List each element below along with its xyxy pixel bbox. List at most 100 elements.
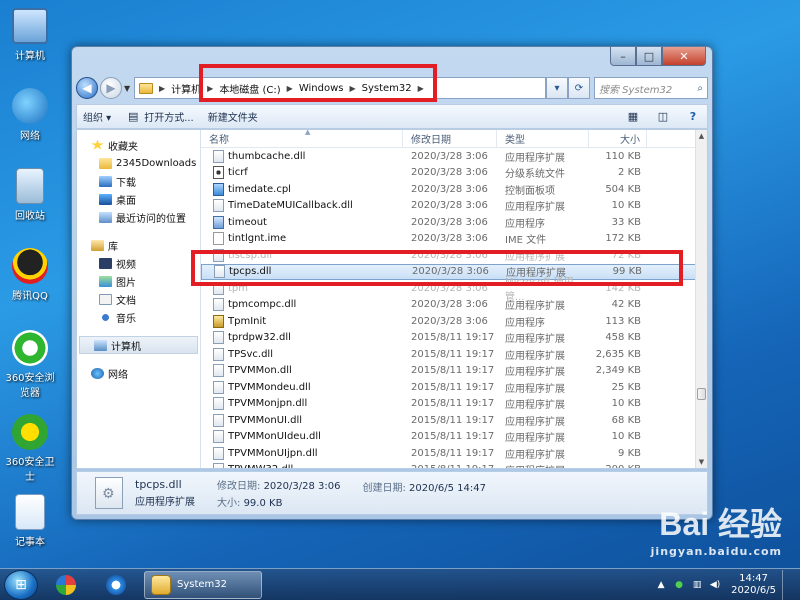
nav-item-downloads[interactable]: 下载 <box>77 172 200 190</box>
address-dropdown-button[interactable]: ▾ <box>546 77 568 99</box>
file-row[interactable]: ticrf 2020/3/28 3:06 分级系统文件 2 KB <box>201 165 707 182</box>
view-options-icon[interactable]: ▦ <box>625 110 641 124</box>
file-row[interactable]: timedate.cpl 2020/3/28 3:06 控制面板项 504 KB <box>201 181 707 198</box>
scroll-up-icon[interactable]: ▲ <box>696 130 707 142</box>
nav-item-2345downloads[interactable]: 2345Downloads <box>77 154 200 172</box>
file-row[interactable]: TPVMMondeu.dll 2015/8/11 19:17 应用程序扩展 25 KB <box>201 379 707 396</box>
nav-item-music[interactable]: 音乐 <box>77 308 200 326</box>
file-type: 应用程序扩展 <box>505 152 565 164</box>
file-size: 10 KB <box>611 431 641 443</box>
scroll-down-icon[interactable]: ▼ <box>696 456 707 468</box>
vertical-scrollbar[interactable]: ▲ ▼ <box>695 130 707 468</box>
scrollbar-thumb[interactable] <box>697 388 706 400</box>
file-row[interactable]: TimeDateMUICallback.dll 2020/3/28 3:06 应用程… <box>201 198 707 215</box>
file-row[interactable]: tintlgnt.ime 2020/3/28 3:06 IME 文件 172 KB <box>201 231 707 248</box>
desktop-icon-label: 记事本 <box>15 537 45 548</box>
file-row[interactable]: TpmInit 2020/3/28 3:06 应用程序 113 KB <box>201 313 707 330</box>
minimize-button[interactable]: – <box>610 47 636 66</box>
file-row[interactable]: TPVMMonUIjpn.dll 2015/8/11 19:17 应用程序扩展 9 K… <box>201 445 707 462</box>
help-icon[interactable]: ? <box>685 110 701 124</box>
maximize-button[interactable]: □ <box>636 47 662 66</box>
volume-icon[interactable]: ◀) <box>709 579 721 591</box>
nav-libraries[interactable]: 库 <box>77 236 200 254</box>
network-status-icon[interactable]: ▥ <box>691 579 703 591</box>
file-name-cell: ticrf <box>201 166 403 180</box>
picture-icon <box>99 275 112 287</box>
folder-icon <box>99 157 112 169</box>
nav-item-label: 2345Downloads <box>116 157 197 169</box>
file-row[interactable]: tprdpw32.dll 2015/8/11 19:17 应用程序扩展 458 KB <box>201 330 707 347</box>
tpm-init-icon <box>213 314 224 328</box>
file-type: 应用程序扩展 <box>505 383 565 395</box>
taskbar-ie[interactable] <box>94 571 138 599</box>
chevron-right-icon[interactable]: ▶ <box>159 84 165 93</box>
show-desktop-button[interactable] <box>782 569 792 600</box>
computer-icon <box>94 339 107 351</box>
breadcrumb-computer[interactable]: 计算机 <box>171 81 201 96</box>
preview-pane-icon[interactable]: ◫ <box>655 110 671 124</box>
forward-button[interactable]: ▶ <box>100 77 122 99</box>
desktop-icon-360-browser[interactable]: 360安全浏览器 <box>2 330 58 399</box>
file-row[interactable]: TPVMMonUIdeu.dll 2015/8/11 19:17 应用程序扩展 10 … <box>201 429 707 446</box>
nav-item-desktop[interactable]: 桌面 <box>77 190 200 208</box>
nav-computer[interactable]: 计算机 <box>79 336 198 354</box>
file-row[interactable]: timeout 2020/3/28 3:06 应用程序 33 KB <box>201 214 707 231</box>
open-with-button[interactable]: ▤ 打开方式... <box>125 109 194 124</box>
details-pane: tpcps.dll 应用程序扩展 修改日期: 2020/3/28 3:06 大小… <box>76 471 708 515</box>
nav-item-pictures[interactable]: 图片 <box>77 272 200 290</box>
column-header-date[interactable]: 修改日期 <box>403 130 497 147</box>
organize-button[interactable]: 组织 ▾ <box>83 109 111 124</box>
show-hidden-icons-icon[interactable]: ▲ <box>655 579 667 591</box>
details-size-label: 大小: <box>217 498 241 509</box>
desktop-icon-notepad[interactable]: 记事本 <box>2 494 58 548</box>
nav-item-videos[interactable]: 视频 <box>77 254 200 272</box>
file-date: 2015/8/11 19:17 <box>411 348 495 360</box>
refresh-button[interactable]: ⟳ <box>568 77 590 99</box>
sort-arrow-icon: ▲ <box>305 130 311 136</box>
file-row[interactable]: thumbcache.dll 2020/3/28 3:06 应用程序扩展 110 KB <box>201 148 707 165</box>
folder-icon <box>139 82 153 94</box>
nav-item-documents[interactable]: 文档 <box>77 290 200 308</box>
search-input[interactable]: 搜索 System32 ⌕ <box>594 77 708 99</box>
recent-pages-dropdown[interactable]: ▼ <box>124 84 134 93</box>
column-header-size[interactable]: 大小 <box>589 130 647 147</box>
desktop-icon-computer[interactable]: 计算机 <box>2 8 58 62</box>
start-button[interactable]: ⊞ <box>4 569 38 600</box>
360-tray-icon[interactable]: ● <box>673 579 685 591</box>
new-folder-button[interactable]: 新建文件夹 <box>208 109 258 124</box>
clock[interactable]: 14:47 2020/6/5 <box>731 573 776 597</box>
desktop-icon-network[interactable]: 网络 <box>2 88 58 142</box>
download-folder-icon <box>99 175 112 187</box>
file-row[interactable]: TPVMW32.dll 2015/8/11 19:17应用程序扩展200 KB <box>201 462 707 468</box>
file-row[interactable]: TPVMMon.dll 2015/8/11 19:17 应用程序扩展 2,349 KB <box>201 363 707 380</box>
taskbar-explorer-window[interactable]: System32 <box>144 570 262 599</box>
file-name-cell: TPVMMon.dll <box>201 364 403 378</box>
watermark-main: Bai 经验 <box>659 506 782 542</box>
nav-network[interactable]: 网络 <box>77 364 200 382</box>
desktop-icon-360-safe[interactable]: 360安全卫士 <box>2 414 58 483</box>
file-name-cell: TPVMMonUIjpn.dll <box>201 446 403 460</box>
file-row[interactable]: TPSvc.dll 2015/8/11 19:17 应用程序扩展 2,635 KB <box>201 346 707 363</box>
desktop-icon-label: 回收站 <box>15 211 45 222</box>
file-size: 110 KB <box>605 150 641 162</box>
file-name-cell: thumbcache.dll <box>201 149 403 163</box>
nav-item-recent-places[interactable]: 最近访问的位置 <box>77 208 200 226</box>
file-row[interactable]: TPVMMonjpn.dll 2015/8/11 19:17 应用程序扩展 10 KB <box>201 396 707 413</box>
file-row[interactable]: tpmcompc.dll 2020/3/28 3:06 应用程序扩展 42 KB <box>201 297 707 314</box>
close-button[interactable]: ✕ <box>662 47 706 66</box>
nav-favorites[interactable]: 收藏夹 <box>77 136 200 154</box>
search-icon[interactable]: ⌕ <box>697 83 703 94</box>
computer-icon <box>12 8 48 44</box>
file-type: 分级系统文件 <box>505 169 565 181</box>
details-created-row: 创建日期: 2020/6/5 14:47 <box>362 479 485 494</box>
back-button[interactable]: ◀ <box>76 77 98 99</box>
desktop-icon-qq[interactable]: 腾讯QQ <box>2 248 58 302</box>
taskbar-360-browser[interactable] <box>44 571 88 599</box>
column-header-type[interactable]: 类型 <box>497 130 589 147</box>
dll-file-icon <box>213 446 224 460</box>
desktop-icon-recycle-bin[interactable]: 回收站 <box>2 168 58 222</box>
360-browser-icon <box>56 574 76 595</box>
column-header-name[interactable]: 名称 <box>201 130 403 147</box>
file-row[interactable]: TPVMMonUI.dll 2015/8/11 19:17 应用程序扩展 68 KB <box>201 412 707 429</box>
